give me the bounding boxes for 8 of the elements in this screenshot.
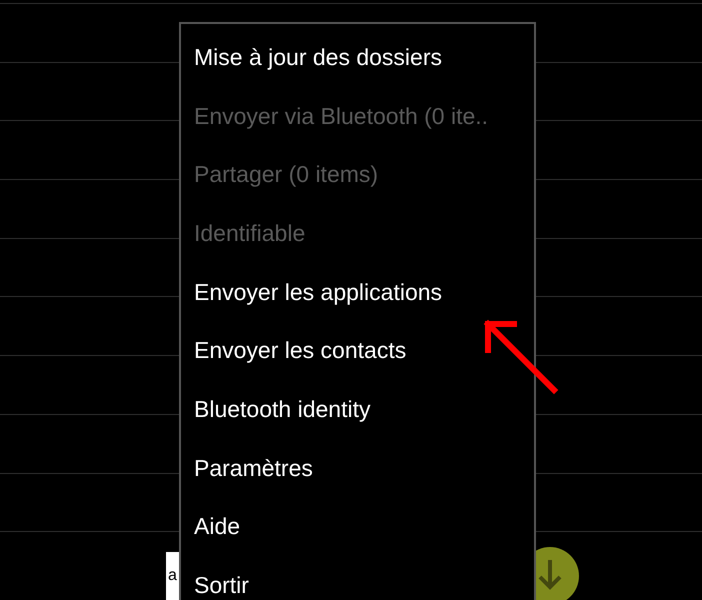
menu-item[interactable]: Paramètres bbox=[181, 438, 534, 498]
ad-logo: a bbox=[166, 552, 179, 600]
menu-item[interactable]: Mise à jour des dossiers bbox=[181, 28, 534, 87]
menu-item[interactable]: Bluetooth identity bbox=[181, 380, 534, 439]
menu-item[interactable]: Sortir bbox=[181, 556, 534, 600]
menu-item[interactable]: Aide bbox=[181, 498, 534, 556]
menu-item[interactable]: Envoyer les contacts bbox=[181, 321, 534, 380]
menu-item[interactable]: Envoyer les applications bbox=[181, 262, 534, 322]
